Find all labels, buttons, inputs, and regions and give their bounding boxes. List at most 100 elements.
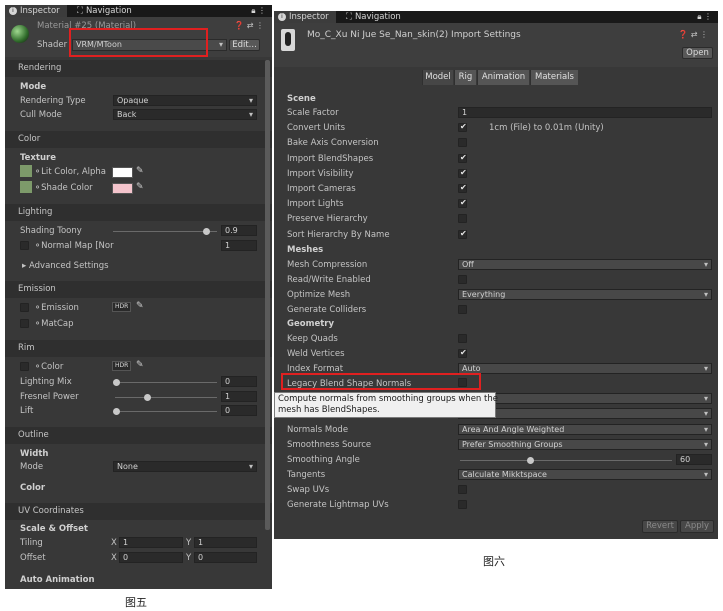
outline-mode-dropdown[interactable]: None: [113, 461, 257, 472]
lighting-section[interactable]: Lighting: [5, 204, 272, 221]
material-inspector-panel: i Inspector ⛶ Navigation 🔒︎ ⋮ Material #25…: [5, 5, 272, 589]
normals-mode-label: Normals Mode: [287, 425, 349, 435]
slider-handle[interactable]: [202, 228, 210, 235]
generate-colliders-checkbox[interactable]: [458, 305, 467, 314]
import-blendshapes-checkbox[interactable]: [458, 153, 467, 163]
edit-shader-button[interactable]: Edit...: [229, 39, 260, 51]
import-cameras-checkbox[interactable]: [458, 183, 467, 193]
cull-mode-dropdown[interactable]: Back: [113, 109, 257, 120]
revert-button[interactable]: Revert: [642, 520, 678, 533]
lift-input[interactable]: 0: [221, 405, 257, 416]
lit-color-label: ⚬Lit Color, Alpha: [34, 167, 107, 177]
color-section[interactable]: Color: [5, 131, 272, 148]
sort-hierarchy-checkbox[interactable]: [458, 229, 467, 239]
apply-button[interactable]: Apply: [680, 520, 714, 533]
bake-axis-checkbox[interactable]: [458, 138, 467, 147]
tab-inspector[interactable]: i Inspector: [274, 11, 336, 23]
shading-toony-slider[interactable]: [113, 231, 217, 232]
rim-section[interactable]: Rim: [5, 340, 272, 357]
outline-color-subheader: Color: [20, 483, 46, 493]
generate-lightmap-uvs-checkbox[interactable]: [458, 500, 467, 509]
scrollbar[interactable]: [265, 60, 270, 530]
bake-axis-label: Bake Axis Conversion: [287, 138, 379, 148]
mesh-compression-dropdown[interactable]: Off: [458, 259, 712, 270]
slider-handle[interactable]: [144, 394, 151, 401]
smoothness-source-dropdown[interactable]: Prefer Smoothing Groups: [458, 439, 712, 450]
cull-mode-label: Cull Mode: [20, 110, 62, 120]
fresnel-input[interactable]: 1: [221, 391, 257, 402]
normals-mode-dropdown[interactable]: Area And Angle Weighted: [458, 424, 712, 435]
read-write-checkbox[interactable]: [458, 275, 467, 284]
optimize-mesh-dropdown[interactable]: Everything: [458, 289, 712, 300]
read-write-label: Read/Write Enabled: [287, 275, 371, 285]
shade-color-swatch[interactable]: [112, 183, 133, 194]
offset-x-input[interactable]: 0: [119, 552, 183, 563]
uv-section[interactable]: UV Coordinates: [5, 503, 272, 520]
texture-slot[interactable]: [20, 319, 29, 328]
import-lights-checkbox[interactable]: [458, 198, 467, 208]
outline-section[interactable]: Outline: [5, 427, 272, 444]
shading-toony-input[interactable]: 0.9: [221, 225, 257, 236]
slider-handle[interactable]: [527, 457, 534, 464]
fresnel-power-label: Fresnel Power: [20, 392, 79, 402]
lock-icon[interactable]: 🔒︎ ⋮: [697, 11, 712, 23]
lit-color-swatch[interactable]: [112, 167, 133, 178]
tooltip: Compute normals from smoothing groups wh…: [274, 392, 498, 418]
asset-title: Mo_C_Xu Ni Jue Se_Nan_skin(2) Import Set…: [307, 30, 521, 40]
eyedropper-icon[interactable]: ✎: [136, 360, 144, 370]
texture-thumb-icon[interactable]: [20, 181, 32, 193]
emission-section[interactable]: Emission: [5, 281, 272, 298]
emission-color-swatch[interactable]: HDR: [112, 302, 132, 312]
open-button[interactable]: Open: [682, 47, 713, 59]
texture-slot[interactable]: [20, 241, 29, 250]
tiling-x-input[interactable]: 1: [119, 537, 183, 548]
rendering-type-dropdown[interactable]: Opaque: [113, 95, 257, 106]
tab-materials[interactable]: Materials: [530, 70, 578, 85]
texture-subheader: Texture: [20, 153, 56, 163]
tab-model[interactable]: Model: [422, 70, 453, 85]
eyedropper-icon[interactable]: ✎: [136, 166, 144, 176]
lock-icon[interactable]: 🔒︎ ⋮: [251, 5, 266, 17]
tab-navigation[interactable]: ⛶ Navigation: [342, 11, 414, 23]
tab-inspector[interactable]: i Inspector: [5, 5, 67, 17]
lighting-mix-input[interactable]: 0: [221, 376, 257, 387]
tab-rig[interactable]: Rig: [454, 70, 476, 85]
swap-uvs-checkbox[interactable]: [458, 485, 467, 494]
chevron-right-icon: ▸: [22, 261, 27, 271]
normal-map-scale-input[interactable]: 1: [221, 240, 257, 251]
shade-color-label: ⚬Shade Color: [34, 183, 93, 193]
texture-slot[interactable]: [20, 362, 29, 371]
import-visibility-checkbox[interactable]: [458, 168, 467, 178]
rendering-section[interactable]: Rendering: [5, 60, 272, 77]
scale-factor-input[interactable]: 1: [458, 107, 712, 118]
texture-thumb-icon[interactable]: [20, 165, 32, 177]
help-icon[interactable]: ❓ ⇄ ⋮: [678, 30, 708, 39]
index-format-dropdown[interactable]: Auto: [458, 363, 712, 374]
lighting-mix-slider[interactable]: [115, 382, 217, 383]
right-tab-bar: i Inspector ⛶ Navigation 🔒︎ ⋮: [274, 11, 718, 23]
caption-right: 图六: [483, 555, 505, 568]
texture-slot[interactable]: [20, 303, 29, 312]
slider-handle[interactable]: [113, 408, 120, 415]
info-icon: i: [9, 6, 17, 15]
hidden-dropdown[interactable]: [458, 408, 712, 419]
offset-y-input[interactable]: 0: [194, 552, 257, 563]
keep-quads-checkbox[interactable]: [458, 334, 467, 343]
tiling-y-input[interactable]: 1: [194, 537, 257, 548]
eyedropper-icon[interactable]: ✎: [136, 301, 144, 311]
tab-navigation[interactable]: ⛶ Navigation: [73, 5, 143, 17]
convert-units-checkbox[interactable]: [458, 122, 467, 132]
smoothing-angle-input[interactable]: 60: [676, 454, 712, 465]
tab-animation[interactable]: Animation: [477, 70, 529, 85]
eyedropper-icon[interactable]: ✎: [136, 182, 144, 192]
slider-handle[interactable]: [113, 379, 120, 386]
rim-color-swatch[interactable]: HDR: [112, 361, 132, 371]
lift-slider[interactable]: [115, 411, 217, 412]
preserve-hierarchy-checkbox[interactable]: [458, 214, 467, 223]
help-icon[interactable]: ❓ ⇄ ⋮: [234, 21, 264, 30]
fresnel-slider[interactable]: [115, 397, 217, 398]
advanced-settings-foldout[interactable]: ▸ Advanced Settings: [22, 261, 109, 271]
weld-vertices-checkbox[interactable]: [458, 348, 467, 358]
tangents-dropdown[interactable]: Calculate Mikktspace: [458, 469, 712, 480]
smoothing-angle-slider[interactable]: [460, 460, 672, 461]
